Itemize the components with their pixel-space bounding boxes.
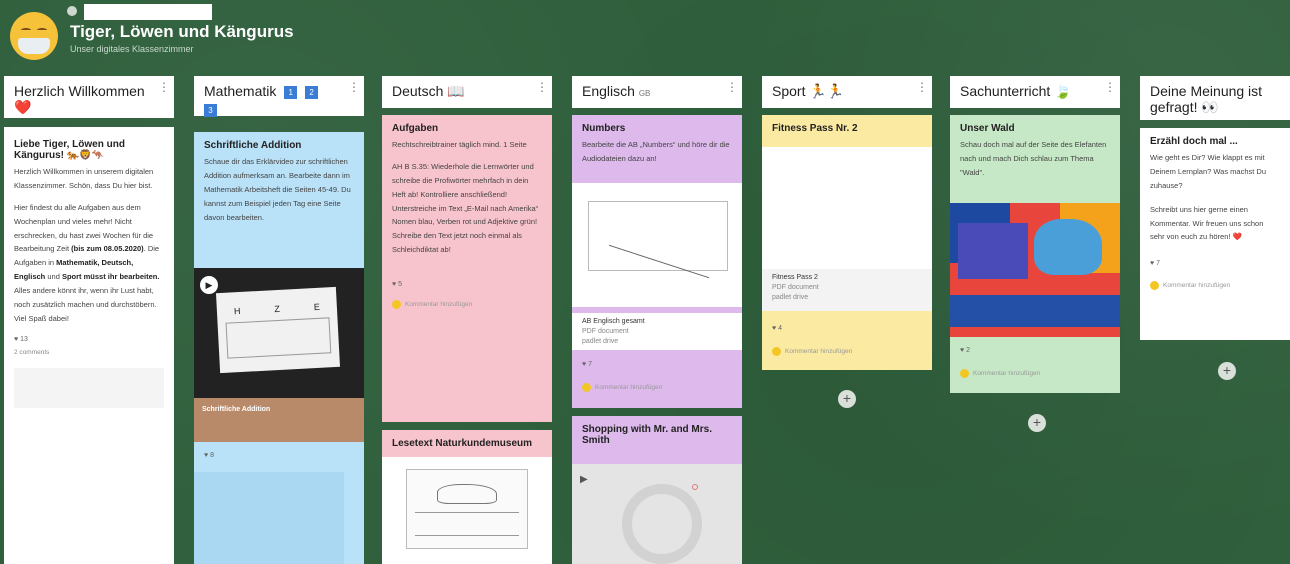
card-body: Bearbeite die AB „Numbers“ und höre dir …	[582, 140, 730, 163]
column-header: Deine Meinung ist gefragt! 👀	[1140, 76, 1290, 120]
document-preview	[762, 147, 932, 269]
file-info[interactable]: AB Englisch gesamt PDF document padlet d…	[572, 313, 742, 351]
like-count[interactable]: ♥ 5	[382, 275, 552, 294]
card-title: Lesetext Naturkundemuseum	[382, 430, 552, 457]
board-title: Tiger, Löwen und Kängurus	[70, 22, 294, 41]
add-post-button[interactable]: +	[1218, 362, 1236, 380]
column-sachunterricht: Sachunterricht 🍃 ⋮	[950, 76, 1120, 108]
column-title: Mathematik	[204, 83, 277, 99]
play-icon[interactable]: ▶	[580, 474, 588, 485]
like-count[interactable]: ♥ 8	[194, 446, 224, 465]
comment-box[interactable]	[14, 367, 164, 408]
user-dot-icon	[772, 347, 781, 356]
video-thumbnail[interactable]: ▶ H Z E	[194, 268, 364, 398]
card-title: Shopping with Mr. and Mrs. Smith	[582, 424, 712, 446]
column-header: Deutsch 📖 ⋮	[382, 76, 552, 108]
board-avatar-icon[interactable]	[10, 12, 58, 60]
add-post-button[interactable]: +	[1028, 414, 1046, 432]
card-schriftliche-addition[interactable]: Schriftliche Addition Schaue dir das Erk…	[194, 132, 364, 564]
board-subtitle: Unser digitales Klassenzimmer	[70, 44, 194, 54]
badge-2: 2	[305, 85, 319, 99]
worksheet-preview	[572, 183, 742, 307]
column-title: Herzlich Willkommen ❤️	[14, 83, 145, 115]
column-title: Sachunterricht 🍃	[960, 83, 1072, 99]
column-title: Englisch	[582, 83, 635, 99]
column-title: Sport 🏃🏃	[772, 83, 845, 99]
column-title: Deine Meinung ist gefragt! 👀	[1150, 83, 1263, 115]
card-unser-wald[interactable]: Unser Wald Schau doch mal auf der Seite …	[950, 115, 1120, 393]
column-menu-icon[interactable]: ⋮	[916, 80, 928, 94]
badge-1: 1	[284, 85, 298, 99]
user-dot-icon	[1150, 281, 1159, 291]
add-comment[interactable]: Kommentar hinzufügen	[950, 369, 1050, 384]
place-value-table: H Z E	[215, 286, 341, 374]
video-caption-bar: Schriftliche Addition	[194, 398, 364, 442]
column-welcome: Herzlich Willkommen ❤️ ⋮	[4, 76, 174, 118]
column-meinung: Deine Meinung ist gefragt! 👀	[1140, 76, 1290, 120]
column-title: Deutsch 📖	[392, 83, 465, 99]
column-header: Englisch GB ⋮	[572, 76, 742, 108]
card-lesetext[interactable]: Lesetext Naturkundemuseum	[382, 430, 552, 564]
disc-icon	[622, 484, 702, 564]
user-dot-icon	[582, 383, 591, 392]
column-header: Herzlich Willkommen ❤️ ⋮	[4, 76, 174, 118]
card-body: Schau doch mal auf der Seite des Elefant…	[960, 140, 1107, 177]
card-numbers[interactable]: Numbers Bearbeite die AB „Numbers“ und h…	[572, 115, 742, 408]
user-dot-icon	[960, 369, 969, 378]
add-comment[interactable]: Kommentar hinzufügen	[572, 383, 672, 398]
card-body: Herzlich Willkommen in unserem digitalen…	[14, 167, 160, 323]
comments-link[interactable]: 2 comments	[4, 349, 174, 362]
audio-preview[interactable]: ▶	[572, 464, 742, 564]
column-deutsch: Deutsch 📖 ⋮	[382, 76, 552, 108]
add-post-button[interactable]: +	[838, 390, 856, 408]
settings-dot-icon[interactable]	[67, 6, 77, 16]
card-title: Liebe Tiger, Löwen und Kängurus! 🐅🦁🦘	[14, 139, 125, 161]
like-count[interactable]: ♥ 13	[4, 330, 174, 349]
card-title: Numbers	[582, 123, 626, 134]
card-aufgaben[interactable]: Aufgaben Rechtschreibtrainer täglich min…	[382, 115, 552, 422]
column-menu-icon[interactable]: ⋮	[726, 80, 738, 94]
elephant-icon	[1034, 219, 1102, 275]
board-header: Tiger, Löwen und Kängurus Unser digitale…	[0, 0, 1290, 68]
like-count[interactable]: ♥ 4	[762, 319, 792, 338]
add-comment[interactable]: Kommentar hinzufügen	[382, 300, 552, 315]
card-title: Unser Wald	[960, 123, 1015, 134]
like-count[interactable]: ♥ 7	[1140, 254, 1290, 273]
redacted-bar	[84, 4, 212, 20]
add-comment[interactable]: Kommentar hinzufügen	[762, 347, 862, 362]
elephant-sketch-icon	[437, 484, 497, 504]
column-math: Mathematik 1 2 3 ⋮	[194, 76, 364, 117]
card-body: Rechtschreibtrainer täglich mind. 1 Seit…	[392, 140, 539, 255]
column-header: Sachunterricht 🍃 ⋮	[950, 76, 1120, 108]
card-body: Schaue dir das Erklärvideo zur schriftli…	[204, 157, 351, 222]
card-body: Wie geht es Dir? Wie klappt es mit Deine…	[1150, 153, 1267, 242]
elephant-image[interactable]	[950, 203, 1120, 337]
column-sport: Sport 🏃🏃 ⋮	[762, 76, 932, 108]
file-info[interactable]: Fitness Pass 2 PDF document padlet drive	[762, 269, 932, 311]
card-title: Schriftliche Addition	[204, 140, 302, 151]
column-header: Mathematik 1 2 3 ⋮	[194, 76, 364, 117]
user-dot-icon	[392, 300, 401, 309]
column-menu-icon[interactable]: ⋮	[536, 80, 548, 94]
badge-3: 3	[204, 103, 217, 117]
card-title: Fitness Pass Nr. 2	[772, 123, 858, 134]
column-menu-icon[interactable]: ⋮	[158, 80, 170, 94]
play-icon[interactable]: ▶	[200, 276, 218, 294]
document-preview	[406, 469, 528, 549]
card-fitness-pass[interactable]: Fitness Pass Nr. 2 Fitness Pass 2 PDF do…	[762, 115, 932, 370]
column-menu-icon[interactable]: ⋮	[1104, 80, 1116, 94]
like-count[interactable]: ♥ 2	[950, 341, 980, 360]
card-title: Erzähl doch mal ...	[1150, 136, 1238, 147]
card-shopping[interactable]: Shopping with Mr. and Mrs. Smith ▶	[572, 416, 742, 564]
like-count[interactable]: ♥ 7	[572, 355, 602, 374]
card-erzaehl-doch-mal[interactable]: Erzähl doch mal ... Wie geht es Dir? Wie…	[1140, 128, 1290, 340]
column-header: Sport 🏃🏃 ⋮	[762, 76, 932, 108]
card-title: Aufgaben	[392, 123, 439, 134]
add-comment[interactable]: Kommentar hinzufügen	[1140, 281, 1290, 296]
comment-box[interactable]	[194, 472, 344, 564]
column-englisch: Englisch GB ⋮	[572, 76, 742, 108]
column-title-suffix: GB	[638, 89, 651, 98]
column-menu-icon[interactable]: ⋮	[348, 80, 360, 94]
card-welcome[interactable]: Liebe Tiger, Löwen und Kängurus! 🐅🦁🦘 Her…	[4, 127, 174, 564]
